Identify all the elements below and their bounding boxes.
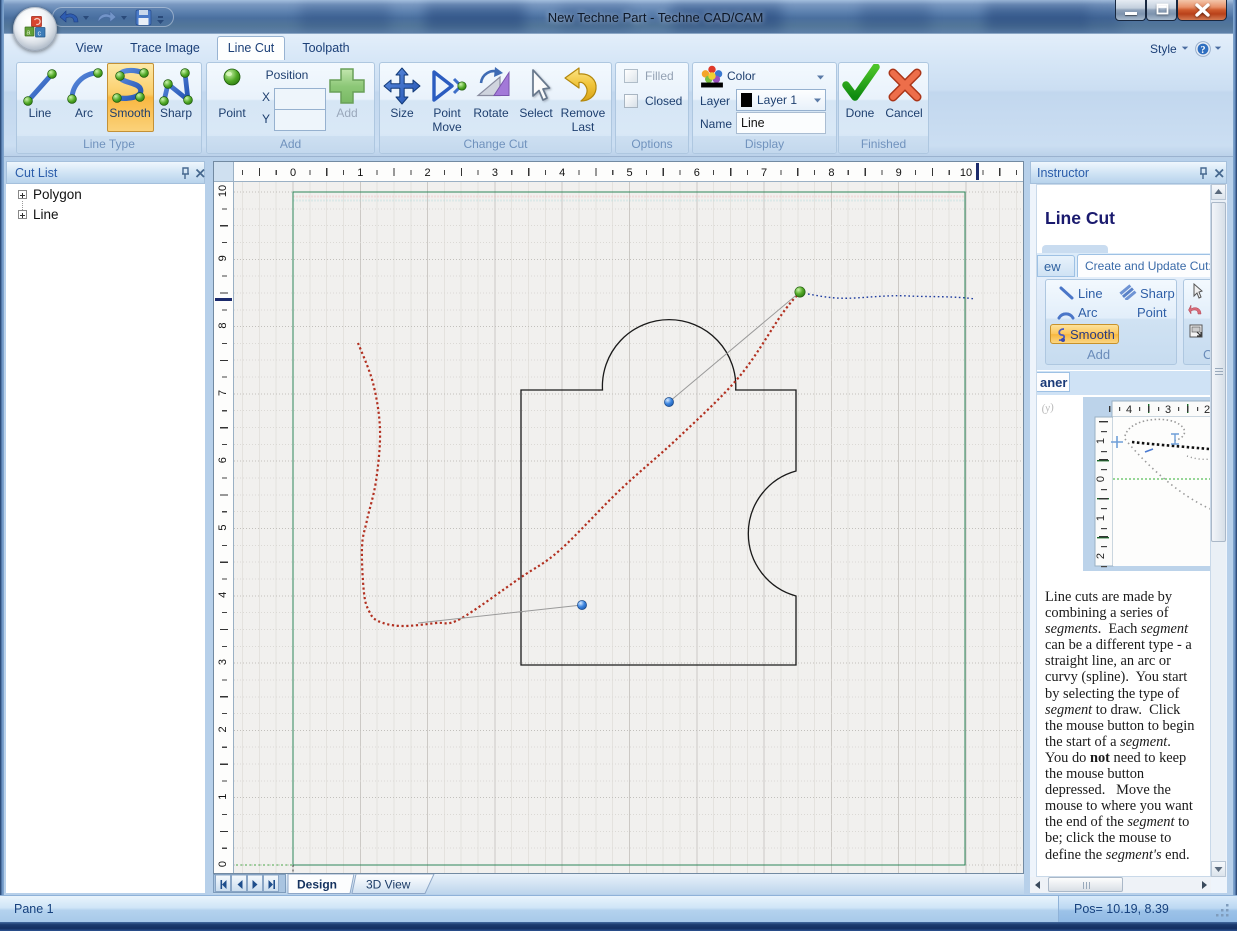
svg-text:2: 2 xyxy=(1204,404,1210,416)
svg-text:0: 0 xyxy=(1095,476,1107,482)
svg-text:3D View: 3D View xyxy=(366,878,411,892)
svg-text:4: 4 xyxy=(1126,404,1132,416)
svg-text:1: 1 xyxy=(1095,515,1107,521)
svg-text:1: 1 xyxy=(1095,438,1107,444)
svg-text:Design: Design xyxy=(297,878,337,892)
svg-text:3: 3 xyxy=(1165,404,1171,416)
svg-text:2: 2 xyxy=(1095,553,1107,559)
svg-text:?: ? xyxy=(1200,45,1205,56)
svg-text:(y): (y) xyxy=(1041,401,1055,415)
svg-text:a: a xyxy=(27,30,31,37)
svg-text:c: c xyxy=(38,29,42,38)
